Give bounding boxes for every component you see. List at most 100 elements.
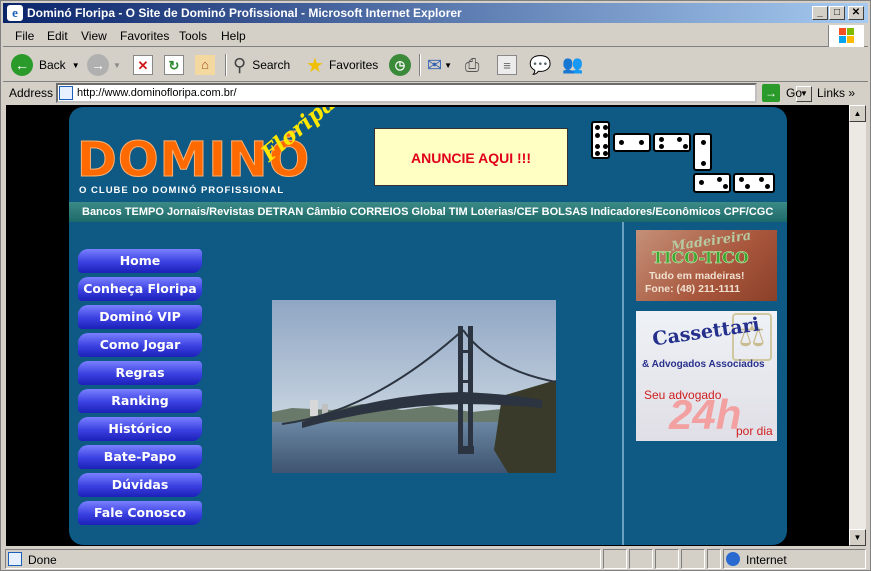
nav-fale-conosco[interactable]: Fale Conosco	[78, 501, 202, 525]
home-button[interactable]: ⌂	[195, 52, 215, 78]
status-panel-4	[681, 549, 705, 569]
scroll-down-icon[interactable]: ▼	[849, 529, 866, 546]
home-icon: ⌂	[195, 55, 215, 75]
toolbar: ← Back ▼ → ▼ ✕ ↻ ⌂ ⚲ Search ★ Favorites …	[3, 48, 868, 82]
menu-tools[interactable]: Tools	[179, 29, 207, 43]
logo-tagline: O CLUBE DO DOMINÓ PROFISSIONAL	[79, 185, 285, 196]
links-button[interactable]: Links »	[817, 86, 855, 100]
go-label: Go	[786, 86, 803, 100]
print-button[interactable]: ⎙	[465, 52, 479, 78]
page-done-icon	[8, 552, 22, 566]
browser-window: e Dominó Floripa - O Site de Dominó Prof…	[0, 0, 871, 571]
back-dropdown-icon[interactable]: ▼	[72, 61, 80, 70]
forward-dropdown-icon[interactable]: ▼	[113, 61, 121, 70]
vertical-scrollbar[interactable]: ▲ ▼	[849, 105, 866, 546]
windows-flag-icon	[839, 28, 855, 44]
forward-button[interactable]: → ▼	[87, 52, 121, 78]
status-text: Done	[28, 553, 57, 567]
windows-logo	[828, 25, 864, 47]
mail-dropdown-icon[interactable]: ▼	[444, 61, 452, 70]
toolbar-separator	[225, 54, 227, 76]
refresh-icon: ↻	[164, 55, 184, 75]
close-button[interactable]: ✕	[848, 6, 864, 20]
history-icon: ◷	[389, 54, 411, 76]
nav-regras[interactable]: Regras	[78, 361, 202, 385]
page-viewport: DOMINÓ Floripa O CLUBE DO DOMINÓ PROFISS…	[6, 105, 849, 546]
minimize-button[interactable]: _	[812, 6, 828, 20]
search-label: Search	[252, 58, 291, 72]
ad-madeireira-tico-tico[interactable]: Madeireira TICO-TICO Tudo em madeiras! F…	[636, 230, 777, 301]
search-icon: ⚲	[233, 54, 247, 75]
chevron-right-icon: »	[848, 86, 856, 100]
back-button[interactable]: ← Back ▼	[11, 52, 80, 78]
mail-icon: ✉	[427, 54, 443, 75]
menu-favorites[interactable]: Favorites	[120, 29, 169, 43]
favorites-button[interactable]: ★ Favorites	[306, 52, 378, 78]
nav-duvidas[interactable]: Dúvidas	[78, 473, 202, 497]
menu-edit[interactable]: Edit	[47, 29, 68, 43]
star-icon: ★	[306, 54, 324, 77]
go-arrow-icon: →	[762, 84, 780, 102]
scroll-up-icon[interactable]: ▲	[849, 105, 866, 122]
stop-button[interactable]: ✕	[133, 52, 153, 78]
forward-arrow-icon: →	[87, 54, 109, 76]
nav-bate-papo[interactable]: Bate-Papo	[78, 445, 202, 469]
status-panel-2	[629, 549, 653, 569]
ad2-per: por dia	[736, 424, 773, 438]
page-icon	[59, 86, 73, 100]
messenger-button[interactable]: 👥	[562, 52, 583, 78]
address-label: Address	[9, 86, 54, 100]
address-bar: Address http://www.dominofloripa.com.br/…	[3, 82, 868, 104]
maximize-button[interactable]: □	[829, 6, 845, 20]
go-button[interactable]: → Go	[762, 83, 802, 103]
ad-cassettari-advogados[interactable]: ⚖ Cassettari & Advogados Associados Seu …	[636, 311, 777, 441]
nav-como-jogar[interactable]: Como Jogar	[78, 333, 202, 357]
print-icon: ⎙	[465, 54, 480, 75]
main-nav: Home Conheça Floripa Dominó VIP Como Jog…	[78, 249, 204, 529]
status-bar: Done Internet	[3, 548, 868, 570]
address-url: http://www.dominofloripa.com.br/	[77, 87, 237, 99]
edit-page-icon: ≡	[497, 55, 517, 75]
nav-conheca-floripa[interactable]: Conheça Floripa	[78, 277, 202, 301]
discuss-icon: 💬	[529, 54, 552, 75]
back-label: Back	[39, 58, 66, 72]
mail-button[interactable]: ✉ ▼	[427, 52, 452, 78]
advertise-banner[interactable]: ANUNCIE AQUI !!!	[374, 128, 568, 186]
title-bar: e Dominó Floripa - O Site de Dominó Prof…	[3, 3, 868, 23]
ad2-big: 24h	[669, 391, 742, 438]
menu-help[interactable]: Help	[221, 29, 246, 43]
window-title: Dominó Floripa - O Site de Dominó Profis…	[27, 6, 462, 20]
status-panel-3	[655, 549, 679, 569]
ad2-sub: & Advogados Associados	[642, 359, 765, 370]
messenger-icon: 👥	[562, 55, 584, 74]
nav-domino-vip[interactable]: Dominó VIP	[78, 305, 202, 329]
utility-links-bar[interactable]: Bancos TEMPO Jornais/Revistas DETRAN Câm…	[69, 202, 787, 222]
ad1-line4: Fone: (48) 211-1111	[645, 283, 741, 295]
zone-text: Internet	[746, 553, 787, 567]
discuss-button[interactable]: 💬	[529, 52, 551, 78]
edit-button[interactable]: ≡	[497, 52, 517, 78]
toolbar-separator	[419, 54, 421, 76]
status-panel-5	[707, 549, 721, 569]
nav-ranking[interactable]: Ranking	[78, 389, 202, 413]
stop-icon: ✕	[133, 55, 153, 75]
status-zone: Internet	[723, 549, 866, 569]
menu-view[interactable]: View	[81, 29, 107, 43]
favorites-label: Favorites	[328, 58, 379, 72]
dominoes-graphic	[589, 119, 785, 195]
menu-file[interactable]: File	[15, 29, 34, 43]
site-logo[interactable]: DOMINÓ Floripa O CLUBE DO DOMINÓ PROFISS…	[76, 107, 357, 196]
status-main: Done	[5, 549, 601, 569]
nav-home[interactable]: Home	[78, 249, 202, 273]
refresh-button[interactable]: ↻	[164, 52, 184, 78]
nav-historico[interactable]: Histórico	[78, 417, 202, 441]
search-button[interactable]: ⚲ Search	[233, 52, 290, 78]
history-button[interactable]: ◷	[389, 52, 411, 78]
back-arrow-icon: ←	[11, 54, 33, 76]
ad1-line3: Tudo em madeiras!	[649, 270, 745, 282]
column-divider	[622, 222, 624, 545]
site-page: DOMINÓ Floripa O CLUBE DO DOMINÓ PROFISS…	[69, 107, 787, 545]
status-panel-1	[603, 549, 627, 569]
bridge-photo	[272, 300, 556, 473]
address-input[interactable]: http://www.dominofloripa.com.br/ ▼	[56, 83, 812, 103]
